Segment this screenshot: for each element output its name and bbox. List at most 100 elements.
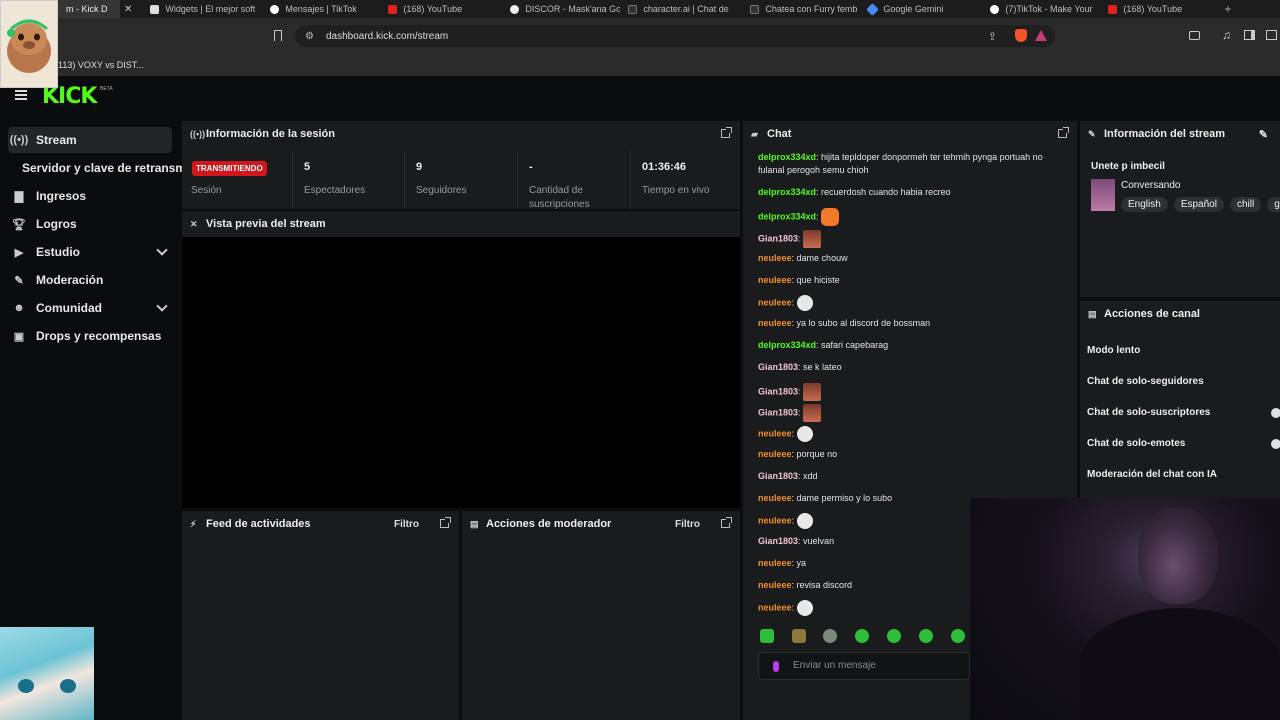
chat-username[interactable]: Gian1803 bbox=[758, 362, 798, 372]
profile-icon[interactable] bbox=[1266, 30, 1277, 40]
tab-tiktok[interactable]: Mensajes | TikTok bbox=[262, 0, 380, 18]
new-tab-button[interactable]: + bbox=[1224, 2, 1231, 16]
popout-icon[interactable] bbox=[1058, 127, 1069, 138]
tab-character-ai[interactable]: character.ai | Chat de bbox=[620, 0, 742, 18]
chat-username[interactable]: delprox334xd bbox=[758, 187, 816, 197]
chat-username[interactable]: Gian1803 bbox=[758, 386, 798, 396]
stat-label: Cantidad de suscripciones bbox=[529, 185, 590, 210]
screenshot-icon[interactable] bbox=[1189, 31, 1200, 40]
sidebar-item-comunidad[interactable]: ☻ Comunidad bbox=[8, 295, 172, 321]
tag-chip[interactable]: chill bbox=[1229, 197, 1262, 212]
chat-username[interactable]: neuleee bbox=[758, 297, 792, 307]
filter-button[interactable]: Filtro bbox=[675, 519, 700, 530]
site-settings-icon[interactable]: ⚙ bbox=[305, 31, 314, 42]
stat-value: 9 bbox=[416, 161, 423, 173]
tab-discor[interactable]: DISCOR - Mask'ana Go bbox=[502, 0, 620, 18]
brave-shield-icon[interactable] bbox=[1015, 29, 1027, 42]
bookmark-item[interactable]: 113) VOXY vs DIST... bbox=[58, 60, 144, 70]
chat-username[interactable]: Gian1803 bbox=[758, 233, 798, 243]
chat-message: delprox334xd: recuerdosh cuando habia re… bbox=[758, 186, 1063, 199]
chat-username[interactable]: delprox334xd bbox=[758, 152, 816, 162]
tab-youtube[interactable]: (168) YouTube bbox=[380, 0, 502, 18]
chevron-down-icon[interactable] bbox=[156, 244, 168, 256]
tab-widgets[interactable]: Widgets | El mejor soft bbox=[142, 0, 262, 18]
chat-username[interactable]: neuleee bbox=[758, 428, 792, 438]
webcam-person-head bbox=[1138, 508, 1218, 604]
tag-chip[interactable]: Español bbox=[1173, 197, 1224, 212]
chat-message: neuleee: que hiciste bbox=[758, 274, 1063, 287]
chat-username[interactable]: delprox334xd bbox=[758, 340, 816, 350]
streamer-avatar-overlay bbox=[0, 0, 58, 88]
sidebar-item-moderacion[interactable]: ✎ Moderación bbox=[8, 267, 172, 293]
tab-furry-chat[interactable]: Chatea con Furry femb bbox=[742, 0, 860, 18]
chevron-down-icon[interactable] bbox=[156, 300, 168, 312]
moderator-actions-panel: ▤ Acciones de moderador Filtro bbox=[462, 511, 740, 720]
microphone-icon[interactable] bbox=[773, 661, 779, 672]
tab-tiktok-2[interactable]: (7)TikTok - Make Your bbox=[982, 0, 1100, 18]
chat-text: porque no bbox=[796, 449, 838, 459]
sidebar-item-label: Comunidad bbox=[36, 301, 102, 315]
chat-message: delprox334xd: hijita tepldoper donpormeh… bbox=[758, 151, 1063, 177]
chat-username[interactable]: neuleee bbox=[758, 515, 792, 525]
chat-username[interactable]: Gian1803 bbox=[758, 407, 798, 417]
chat-username[interactable]: Gian1803 bbox=[758, 536, 798, 546]
emote-icon[interactable] bbox=[919, 629, 933, 643]
tab-label: Chatea con Furry femb bbox=[765, 4, 858, 14]
bookmark-icon[interactable] bbox=[274, 30, 282, 41]
chat-username[interactable]: neuleee bbox=[758, 253, 792, 263]
browser-toolbar: ⚙ dashboard.kick.com/stream ⇪ ♫ bbox=[0, 18, 1280, 54]
media-icon[interactable]: ♫ bbox=[1222, 28, 1231, 42]
emote-icon[interactable] bbox=[823, 629, 837, 643]
chat-message: Gian1803: bbox=[758, 230, 1063, 248]
sidebar-item-estudio[interactable]: ▶ Estudio bbox=[8, 239, 172, 265]
sidebar-item-stream[interactable]: ((•)) Stream bbox=[8, 127, 172, 153]
address-bar[interactable]: ⚙ dashboard.kick.com/stream ⇪ bbox=[295, 25, 1055, 47]
webcam-overlay bbox=[970, 498, 1280, 720]
stream-title: Unete p imbecil bbox=[1091, 161, 1165, 172]
tab-youtube-2[interactable]: (168) YouTube bbox=[1100, 0, 1216, 18]
menu-icon[interactable] bbox=[15, 90, 27, 100]
chat-username[interactable]: neuleee bbox=[758, 493, 792, 503]
share-icon[interactable]: ⇪ bbox=[988, 30, 997, 43]
edit-icon[interactable]: ✎ bbox=[1259, 128, 1268, 141]
chat-message: neuleee: dame chouw bbox=[758, 252, 1063, 265]
tab-kick-dashboard[interactable]: m - Kick D bbox=[58, 0, 120, 18]
sidebar-item-ingresos[interactable]: ▇ Ingresos bbox=[8, 183, 172, 209]
chat-text: recuerdosh cuando habia recreo bbox=[821, 187, 951, 197]
tab-gemini[interactable]: Google Gemini bbox=[860, 0, 982, 18]
tab-label: (7)TikTok - Make Your bbox=[1005, 4, 1093, 14]
filter-button[interactable]: Filtro bbox=[394, 519, 419, 530]
chat-username[interactable]: neuleee bbox=[758, 580, 792, 590]
sidebar-toggle-icon[interactable] bbox=[1244, 30, 1255, 40]
tag-chip[interactable]: gar bbox=[1267, 197, 1280, 212]
emote-icon[interactable] bbox=[887, 629, 901, 643]
popout-icon[interactable] bbox=[721, 517, 732, 528]
subscribers-only-toggle[interactable] bbox=[1271, 408, 1280, 418]
chat-username[interactable]: neuleee bbox=[758, 449, 792, 459]
close-tab-icon[interactable]: ✕ bbox=[124, 4, 132, 15]
emote-icon[interactable] bbox=[760, 629, 774, 643]
chat-text: safari capebarag bbox=[821, 340, 889, 350]
chat-text: dame permiso y lo subo bbox=[796, 493, 893, 503]
chat-separator: : bbox=[791, 515, 797, 526]
chat-username[interactable]: neuleee bbox=[758, 602, 792, 612]
chat-username[interactable]: delprox334xd bbox=[758, 211, 816, 221]
emote-icon[interactable] bbox=[792, 629, 806, 643]
sidebar-item-server-key[interactable]: Servidor y clave de retransm bbox=[22, 155, 182, 181]
stream-info-panel: ✎ Información del stream ✎ Unete p imbec… bbox=[1080, 121, 1280, 297]
popout-icon[interactable] bbox=[440, 517, 451, 528]
emotes-only-toggle[interactable] bbox=[1271, 439, 1280, 449]
chat-username[interactable]: Gian1803 bbox=[758, 471, 798, 481]
sidebar-item-drops[interactable]: ▣ Drops y recompensas bbox=[8, 323, 172, 349]
rewards-icon[interactable] bbox=[1035, 30, 1047, 41]
chat-input[interactable]: Enviar un mensaje bbox=[758, 652, 970, 680]
sidebar-item-logros[interactable]: 🏆︎ Logros bbox=[8, 211, 172, 237]
panel-header: ▤ Acciones de canal bbox=[1080, 301, 1280, 327]
emote-icon[interactable] bbox=[855, 629, 869, 643]
tag-chip[interactable]: English bbox=[1121, 197, 1168, 212]
chat-username[interactable]: neuleee bbox=[758, 275, 792, 285]
chat-username[interactable]: neuleee bbox=[758, 558, 792, 568]
chat-username[interactable]: neuleee bbox=[758, 318, 792, 328]
emote-icon[interactable] bbox=[951, 629, 965, 643]
sidebar-item-label: Estudio bbox=[36, 245, 80, 259]
